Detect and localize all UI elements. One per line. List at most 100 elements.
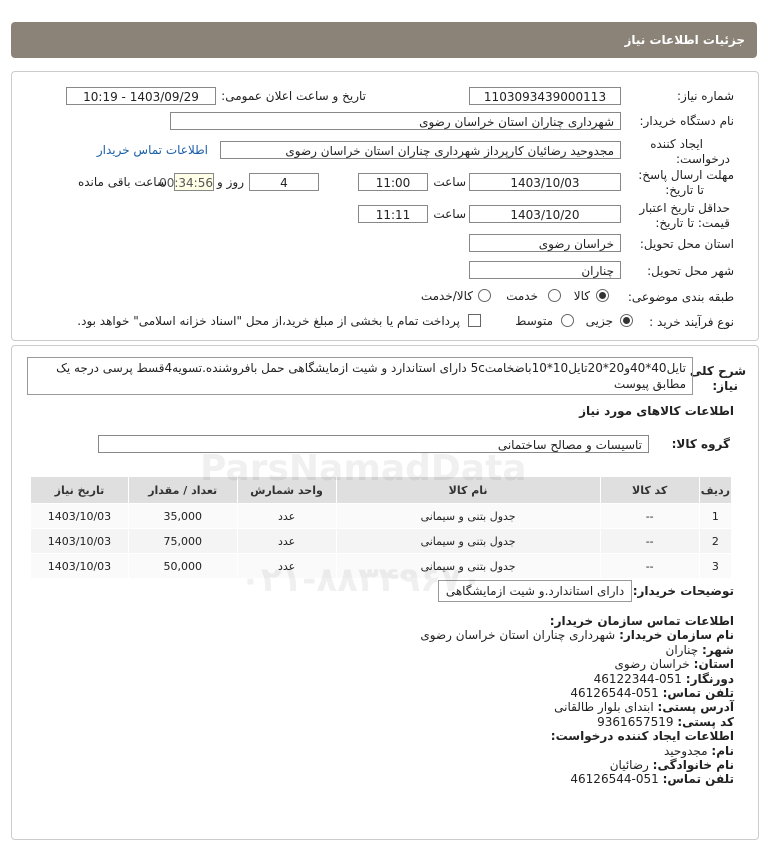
validity-time-label: ساعت <box>433 207 466 221</box>
contact-postal: 9361657519 <box>597 714 674 729</box>
contact-address: ابتدای بلوار طالقانی <box>554 700 654 715</box>
row-name: جدول بتنی و سیمانی <box>335 553 601 579</box>
deadline-label-2: تا تاریخ: <box>665 183 704 197</box>
creator-label-1: ایجاد کننده <box>650 137 703 151</box>
col-code: کد کالا <box>599 476 700 504</box>
contact-org: شهرداری چناران استان خراسان رضوی <box>420 628 616 643</box>
row-date: 1403/10/03 <box>30 503 129 529</box>
deadline-label-1: مهلت ارسال پاسخ: <box>638 168 734 182</box>
row-name: جدول بتنی و سیمانی <box>335 503 601 529</box>
page-title: جزئیات اطلاعات نیاز <box>624 33 745 47</box>
remaining-timer: 00:34:56 <box>159 173 214 191</box>
deadline-time-field[interactable]: 11:00 <box>358 173 428 191</box>
row-index: 2 <box>698 528 733 554</box>
goods-table: ردیف کد کالا نام کالا واحد شمارش تعداد /… <box>30 476 733 579</box>
validity-label-1: حداقل تاریخ اعتبار <box>639 201 730 215</box>
row-unit: عدد <box>236 553 337 579</box>
buyer-org-field[interactable]: شهرداری چناران استان خراسان رضوی <box>170 112 621 130</box>
row-unit: عدد <box>236 503 337 529</box>
announce-label: تاریخ و ساعت اعلان عمومی: <box>221 89 366 103</box>
process-partial-label: جزیی <box>585 314 613 328</box>
row-date: 1403/10/03 <box>30 528 129 554</box>
contact-postal-label: کد پستی: <box>677 714 734 729</box>
row-code: -- <box>599 503 700 529</box>
description-field[interactable]: تایل40*40و20*20تایل10*10باضخامت5c دارای … <box>27 357 693 395</box>
category-label: طبقه بندی موضوعی: <box>627 290 734 304</box>
contact-city-label: شهر: <box>702 642 734 657</box>
days-field[interactable]: 4 <box>249 173 319 191</box>
deadline-date-field[interactable]: 1403/10/03 <box>469 173 621 191</box>
row-index: 3 <box>698 553 733 579</box>
col-unit: واحد شمارش <box>236 476 337 504</box>
category-both-radio[interactable] <box>478 289 491 302</box>
table-row[interactable]: 3 -- جدول بتنی و سیمانی عدد 50,000 1403/… <box>30 553 733 579</box>
process-partial-radio[interactable] <box>620 314 633 327</box>
row-index: 1 <box>698 503 733 529</box>
category-goods-radio[interactable] <box>596 289 609 302</box>
buyer-contact-link[interactable]: اطلاعات تماس خریدار <box>97 143 208 157</box>
row-qty: 35,000 <box>127 503 238 529</box>
creator-title: اطلاعات ایجاد کننده درخواست: <box>550 729 734 744</box>
creator-name: مجدوحید <box>663 743 708 758</box>
contact-fax: 051-46122344 <box>593 671 682 686</box>
category-service-label: خدمت <box>506 289 538 303</box>
buyer-org-label: نام دستگاه خریدار: <box>639 114 735 128</box>
row-date: 1403/10/03 <box>30 553 129 579</box>
announce-field[interactable]: 1403/09/29 - 10:19 <box>66 87 216 105</box>
contact-block: اطلاعات تماس سازمان خریدار: نام سازمان خ… <box>420 614 734 787</box>
row-unit: عدد <box>236 528 337 554</box>
goods-group-label: گروه کالا: <box>671 437 730 451</box>
col-index: ردیف <box>698 476 733 504</box>
province-label: استان محل تحویل: <box>639 237 734 251</box>
table-row[interactable]: 2 -- جدول بتنی و سیمانی عدد 75,000 1403/… <box>30 528 733 554</box>
row-code: -- <box>599 553 700 579</box>
city-label: شهر محل تحویل: <box>647 264 734 278</box>
category-goods-label: کالا <box>573 289 590 303</box>
need-number-field[interactable]: 1103093439000113 <box>469 87 621 105</box>
process-medium-label: متوسط <box>515 314 553 328</box>
city-field[interactable]: چناران <box>469 261 621 279</box>
contact-city: چناران <box>665 642 699 657</box>
category-both-label: کالا/خدمت <box>420 289 473 303</box>
validity-label-2: قیمت: تا تاریخ: <box>655 216 730 230</box>
process-medium-radio[interactable] <box>561 314 574 327</box>
contact-fax-label: دورنگار: <box>685 671 734 686</box>
category-service-radio[interactable] <box>548 289 561 302</box>
creator-family-label: نام خانوادگی: <box>652 758 734 773</box>
validity-date-field[interactable]: 1403/10/20 <box>469 205 621 223</box>
row-qty: 75,000 <box>127 528 238 554</box>
description-label-2: نیاز: <box>712 379 738 393</box>
contact-org-label: نام سازمان خریدار: <box>619 628 734 643</box>
deadline-time-label: ساعت <box>433 175 466 189</box>
goods-section-title: اطلاعات کالاهای مورد نیاز <box>579 404 734 418</box>
creator-phone-label: تلفن تماس: <box>662 772 734 787</box>
validity-time-field[interactable]: 11:11 <box>358 205 428 223</box>
contact-phone: 051-46126544 <box>570 686 659 701</box>
creator-field[interactable]: مجدوحید رضائیان کارپرداز شهرداری چناران … <box>220 141 621 159</box>
treasury-payment-checkbox[interactable] <box>468 314 481 327</box>
creator-phone: 051-46126544 <box>570 772 659 787</box>
buyer-notes-field[interactable]: دارای استاندارد.و شیت ازمایشگاهی <box>438 580 632 602</box>
contact-phone-label: تلفن تماس: <box>662 686 734 701</box>
remaining-label: ساعت باقی مانده <box>77 175 167 189</box>
process-label: نوع فرآیند خرید : <box>649 315 734 329</box>
contact-address-label: آدرس پستی: <box>657 700 734 715</box>
goods-table-header: ردیف کد کالا نام کالا واحد شمارش تعداد /… <box>30 476 733 504</box>
goods-group-field[interactable]: تاسیسات و مصالح ساختمانی <box>98 435 649 453</box>
need-number-label: شماره نیاز: <box>677 89 734 103</box>
col-date: تاریخ نیاز <box>30 476 129 504</box>
days-label: روز و <box>217 175 244 189</box>
buyer-notes-label: توضیحات خریدار: <box>632 584 734 598</box>
description-label-1: شرح کلی <box>689 364 746 378</box>
creator-label-2: درخواست: <box>676 152 730 166</box>
province-field[interactable]: خراسان رضوی <box>469 234 621 252</box>
col-name: نام کالا <box>335 476 601 504</box>
page-header: جزئیات اطلاعات نیاز <box>11 22 757 58</box>
contact-province-label: استان: <box>693 657 734 672</box>
row-name: جدول بتنی و سیمانی <box>335 528 601 554</box>
row-qty: 50,000 <box>127 553 238 579</box>
treasury-payment-note: پرداخت تمام یا بخشی از مبلغ خرید،از محل … <box>77 314 460 328</box>
creator-family: رضائیان <box>609 758 649 773</box>
table-row[interactable]: 1 -- جدول بتنی و سیمانی عدد 35,000 1403/… <box>30 503 733 529</box>
creator-name-label: نام: <box>711 743 734 758</box>
